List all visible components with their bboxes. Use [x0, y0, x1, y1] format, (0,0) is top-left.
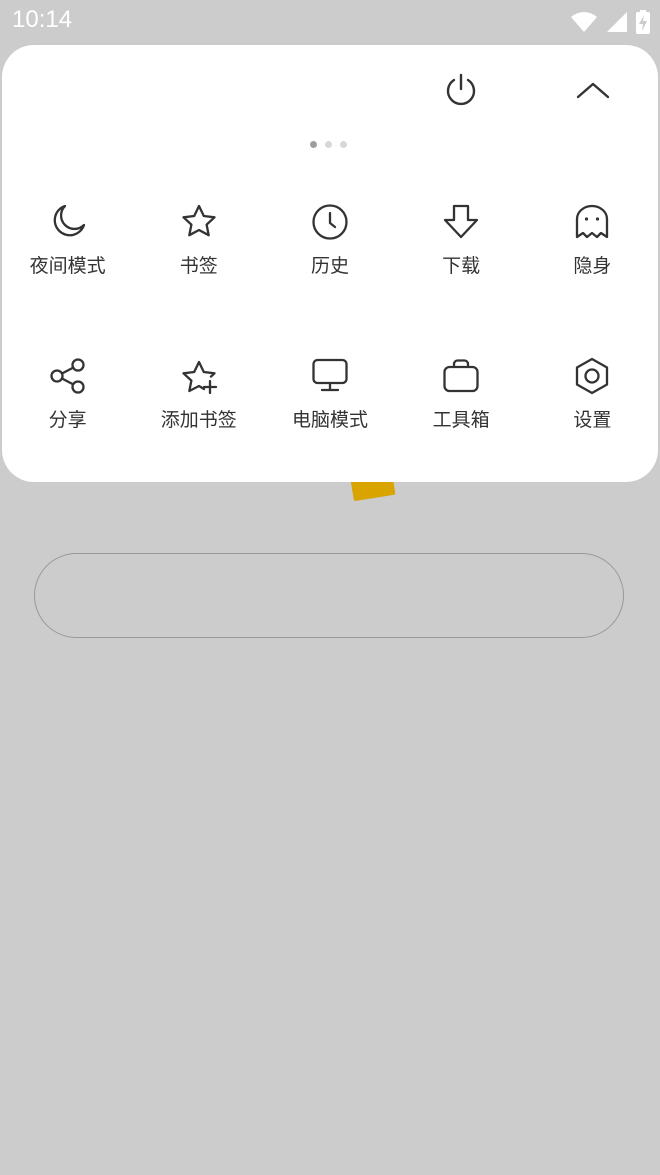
menu-panel: 夜间模式 书签 历史 下载 隐身 分享 添加书签 电脑模式 工具箱 设置 — [2, 45, 658, 482]
menu-item-settings[interactable]: 设置 — [527, 352, 658, 432]
menu-row-1: 夜间模式 书签 历史 下载 隐身 — [2, 198, 658, 278]
page-dot-active — [310, 141, 317, 148]
menu-item-incognito[interactable]: 隐身 — [527, 198, 658, 278]
collapse-button[interactable] — [569, 66, 617, 114]
menu-label: 工具箱 — [432, 409, 490, 431]
status-icons — [570, 9, 650, 35]
menu-label: 设置 — [573, 409, 612, 431]
moon-icon — [48, 202, 88, 242]
background-search-box — [34, 553, 624, 638]
menu-label: 历史 — [310, 255, 349, 277]
status-bar: 10:14 — [0, 0, 660, 44]
settings-hexagon-icon — [572, 356, 612, 396]
ghost-icon — [572, 202, 612, 242]
menu-item-history[interactable]: 历史 — [264, 198, 395, 278]
star-icon — [179, 202, 219, 242]
menu-label: 书签 — [179, 255, 218, 277]
menu-label: 下载 — [442, 255, 481, 277]
wifi-icon — [570, 11, 598, 33]
battery-charging-icon — [636, 10, 650, 34]
screen: 10:14 夜间模式 书签 历史 下载 隐身 分享 添加书签 电脑模式 工具箱 … — [0, 0, 660, 1175]
cellular-signal-icon — [606, 11, 628, 33]
menu-label: 夜间模式 — [29, 255, 106, 277]
monitor-icon — [310, 356, 350, 396]
power-icon — [443, 72, 479, 108]
menu-label: 分享 — [48, 409, 87, 431]
menu-item-add-bookmark[interactable]: 添加书签 — [133, 352, 264, 432]
menu-label: 电脑模式 — [291, 409, 368, 431]
menu-item-toolbox[interactable]: 工具箱 — [396, 352, 527, 432]
chevron-up-icon — [575, 72, 611, 108]
star-plus-icon — [179, 356, 219, 396]
menu-label: 添加书签 — [160, 409, 237, 431]
menu-item-desktop-mode[interactable]: 电脑模式 — [264, 352, 395, 432]
status-time: 10:14 — [12, 6, 73, 33]
page-dot — [325, 141, 332, 148]
menu-item-downloads[interactable]: 下载 — [396, 198, 527, 278]
menu-row-2: 分享 添加书签 电脑模式 工具箱 设置 — [2, 352, 658, 432]
download-arrow-icon — [441, 202, 481, 242]
share-icon — [48, 356, 88, 396]
toolbox-icon — [441, 356, 481, 396]
power-button[interactable] — [437, 66, 485, 114]
menu-label: 隐身 — [573, 255, 612, 277]
clock-icon — [310, 202, 350, 242]
page-indicator — [310, 141, 347, 148]
menu-item-share[interactable]: 分享 — [2, 352, 133, 432]
page-dot — [340, 141, 347, 148]
menu-item-night-mode[interactable]: 夜间模式 — [2, 198, 133, 278]
menu-item-bookmarks[interactable]: 书签 — [133, 198, 264, 278]
